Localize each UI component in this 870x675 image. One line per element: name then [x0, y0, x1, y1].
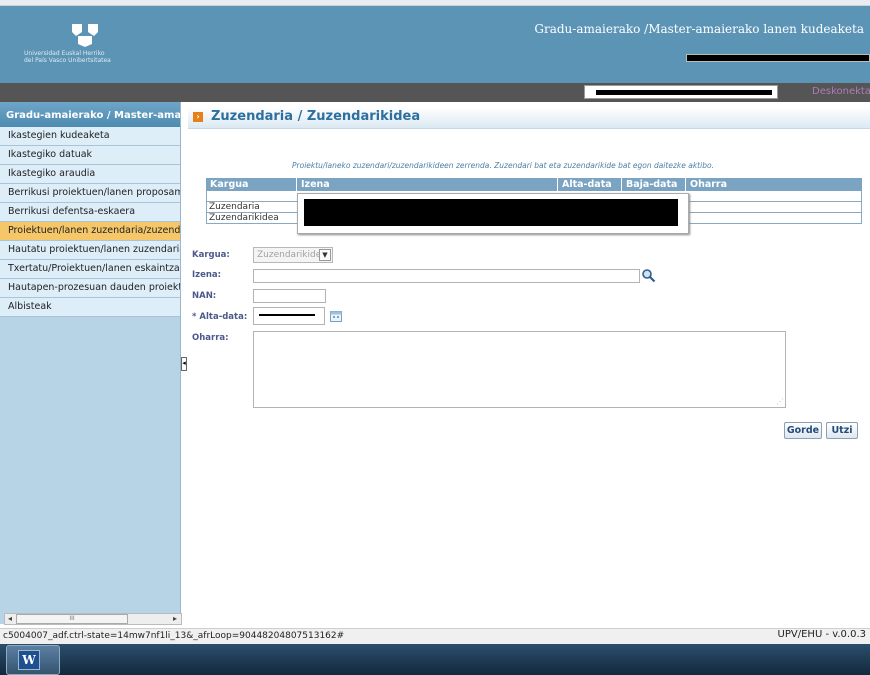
table-cell-kargua: Zuzendarikidea — [209, 213, 279, 223]
app-header — [0, 6, 870, 83]
save-button[interactable]: Gorde — [784, 422, 822, 439]
redacted-date — [259, 314, 315, 316]
info-text: Proiektu/laneko zuzendari/zuzendarikidee… — [292, 161, 714, 170]
column-header-izena[interactable]: Izena — [297, 178, 558, 191]
search-icon[interactable] — [641, 268, 656, 283]
scroll-left-arrow-icon[interactable]: ◂ — [4, 613, 16, 625]
sidebar-menu: Ikastegien kudeaketa Ikastegiko datuak I… — [0, 127, 180, 317]
oharra-textarea[interactable] — [253, 331, 786, 408]
nan-label: NAN: — [192, 291, 217, 301]
column-header-baja-data[interactable]: Baja-data — [622, 178, 686, 191]
scroll-right-arrow-icon[interactable]: ▸ — [169, 613, 181, 625]
chevron-down-icon[interactable]: ▼ — [319, 249, 331, 261]
resize-grip-icon[interactable]: ⋰ — [776, 398, 784, 406]
sidebar-item-berrikusi-proposamenak[interactable]: Berrikusi proiektuen/lanen proposamenak — [0, 184, 180, 203]
section-arrow-icon: › — [193, 112, 203, 122]
logo-text-line2: del País Vasco Unibertsitatea — [24, 57, 111, 64]
alta-data-input[interactable] — [253, 307, 325, 325]
sidebar-item-ikastegien-kudeaketa[interactable]: Ikastegien kudeaketa — [0, 127, 180, 146]
sidebar-item-ikastegiko-araudia[interactable]: Ikastegiko araudia — [0, 165, 180, 184]
alta-data-label: * Alta-data: — [192, 312, 248, 322]
app-title: Gradu-amaierako /Master-amaierako lanen … — [534, 22, 864, 36]
status-url: c5004007_adf.ctrl-state=14mw7nf1li_13&_a… — [3, 631, 345, 641]
cancel-button[interactable]: Utzi — [826, 422, 858, 439]
university-logo-icon — [72, 24, 98, 47]
column-header-kargua[interactable]: Kargua — [206, 178, 297, 191]
redacted-username — [596, 90, 772, 95]
sidebar-item-berrikusi-defentsa[interactable]: Berrikusi defentsa-eskaera — [0, 203, 180, 222]
logo-text-line1: Universidad Euskal Herriko — [24, 50, 105, 57]
scrollbar-thumb[interactable]: III — [16, 614, 128, 624]
redacted-user-info — [686, 54, 870, 62]
calendar-icon[interactable] — [330, 310, 342, 322]
izena-input[interactable] — [253, 269, 640, 283]
kargua-label: Kargua: — [192, 250, 230, 260]
sidebar-item-hautatu-zuzendariak[interactable]: Hautatu proiektuen/lanen zuzendariak — [0, 241, 180, 260]
column-header-oharra[interactable]: Oharra — [686, 178, 862, 191]
taskbar — [0, 644, 870, 675]
table-header: Kargua Izena Alta-data Baja-data Oharra — [206, 178, 862, 191]
version-label: UPV/EHU - v.0.0.3 — [777, 629, 866, 640]
oharra-label: Oharra: — [192, 333, 229, 343]
sidebar: Gradu-amaierako / Master-amaierako Ikast… — [0, 102, 181, 624]
word-icon: W — [18, 650, 40, 670]
university-logo-text: Universidad Euskal Herriko del País Vasc… — [24, 50, 184, 64]
column-header-alta-data[interactable]: Alta-data — [558, 178, 622, 191]
redacted-names — [304, 199, 678, 226]
sidebar-item-albisteak[interactable]: Albisteak — [0, 298, 180, 317]
sidebar-item-zuzendaria[interactable]: Proiektuen/lanen zuzendaria/zuzendarikid… — [0, 222, 180, 241]
nan-input[interactable] — [253, 289, 326, 303]
sidebar-collapse-handle[interactable]: ◂ — [181, 357, 187, 371]
sidebar-title: Gradu-amaierako / Master-amaierako — [0, 102, 180, 127]
sidebar-item-ikastegiko-datuak[interactable]: Ikastegiko datuak — [0, 146, 180, 165]
sidebar-item-txertatu-eskaintza[interactable]: Txertatu/Proiektuen/lanen eskaintza — [0, 260, 180, 279]
izena-label: Izena: — [192, 270, 222, 280]
sidebar-item-hautapen-prozesua[interactable]: Hautapen-prozesuan dauden proiektuak — [0, 279, 180, 298]
table-cell-kargua: Zuzendaria — [209, 202, 260, 212]
logout-link[interactable]: Deskonektatzen — [812, 86, 870, 97]
page-title: Zuzendaria / Zuzendarikidea — [211, 109, 421, 124]
